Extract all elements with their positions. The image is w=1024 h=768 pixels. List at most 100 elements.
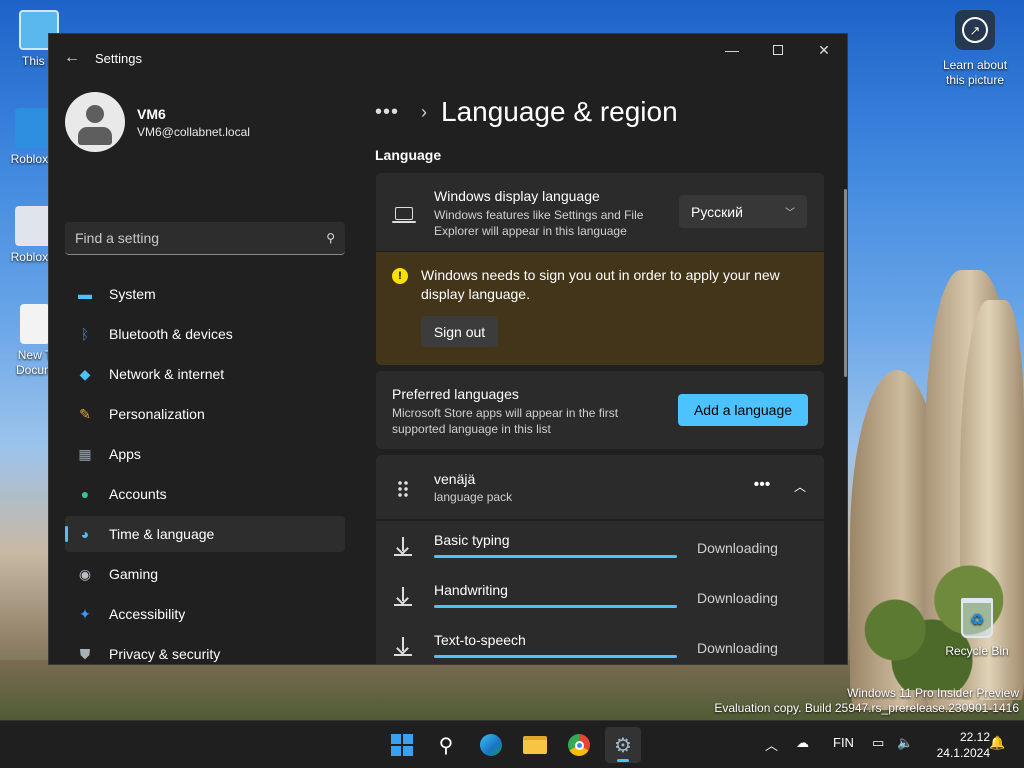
page-title: Language & region: [441, 96, 678, 127]
sidebar-item-accessibility[interactable]: ✦ Accessibility: [65, 596, 345, 632]
feature-name: Basic typing: [434, 532, 510, 548]
shield-icon: ⛊: [79, 645, 91, 662]
start-button[interactable]: [384, 727, 420, 763]
user-name: VM6: [137, 105, 166, 122]
taskbar-search-button[interactable]: ⚲: [428, 727, 464, 763]
language-subtitle: language pack: [434, 490, 513, 504]
download-icon: [393, 537, 413, 557]
chrome-icon: [568, 734, 590, 756]
search-icon[interactable]: ⚲: [326, 231, 335, 245]
user-profile[interactable]: VM6 VM6@collabnet.local: [65, 92, 250, 152]
sidebar-item-accounts[interactable]: ● Accounts: [65, 476, 345, 512]
sidebar-item-system[interactable]: ▬ System: [65, 276, 345, 312]
breadcrumb-more-button[interactable]: •••: [375, 101, 405, 124]
edge-preview-icon: [480, 734, 502, 756]
sidebar-item-gaming[interactable]: ◉ Gaming: [65, 556, 345, 592]
search-input[interactable]: [75, 230, 327, 246]
more-options-button[interactable]: •••: [750, 475, 774, 499]
sidebar-item-time-language[interactable]: ◕ Time & language: [65, 516, 345, 552]
language-feature-row: Text-to-speech Downloading: [376, 623, 824, 664]
gear-icon: ⚙: [614, 734, 632, 757]
cloud-offline-icon[interactable]: ☁: [796, 735, 809, 751]
warning-text: Windows needs to sign you out in order t…: [421, 267, 780, 302]
warning-icon: !: [392, 268, 408, 284]
sign-out-warning: ! Windows needs to sign you out in order…: [376, 252, 824, 365]
sidebar-item-personalization[interactable]: ✎ Personalization: [65, 396, 345, 432]
taskbar-file-explorer-button[interactable]: [517, 727, 553, 763]
preferred-languages-card: Preferred languages Microsoft Store apps…: [376, 371, 824, 449]
download-icon: [393, 587, 413, 607]
download-progress-bar: [434, 555, 677, 558]
sidebar-item-apps[interactable]: ▦ Apps: [65, 436, 345, 472]
sidebar-item-network-internet[interactable]: ◆ Network & internet: [65, 356, 345, 392]
main-content: ••• › Language & region Language Windows…: [375, 82, 847, 664]
wifi-icon: ◆: [79, 365, 91, 382]
gamepad-icon: ◉: [78, 565, 92, 582]
display-language-card: Windows display language Windows feature…: [376, 173, 824, 251]
search-icon: ⚲: [438, 734, 454, 757]
sign-out-button[interactable]: Sign out: [421, 316, 498, 347]
section-label-language: Language: [375, 147, 442, 163]
recycle-bin[interactable]: ♻ Recycle Bin: [942, 598, 1012, 658]
bluetooth-icon: ᛒ: [80, 326, 90, 342]
text-document-icon: [20, 304, 50, 344]
feature-status: Downloading: [697, 640, 778, 656]
feature-name: Text-to-speech: [434, 632, 526, 648]
taskbar-edge-button[interactable]: [473, 727, 509, 763]
language-item-card: venäjä language pack ••• ︿ Basic typing D…: [376, 455, 824, 664]
minimize-button[interactable]: —: [709, 34, 755, 66]
sidebar-item-label: Gaming: [109, 566, 159, 582]
sidebar-item-label: System: [109, 286, 156, 302]
sidebar-item-label: Accounts: [109, 486, 167, 502]
folder-icon: [523, 736, 547, 754]
minimize-icon: —: [725, 42, 739, 58]
apps-icon: ▦: [78, 445, 92, 462]
search-box[interactable]: ⚲: [65, 222, 345, 255]
arrow-left-icon: ←: [64, 49, 80, 66]
sidebar: VM6 VM6@collabnet.local ⚲ ▬ System ᛒ Blueto…: [49, 82, 361, 664]
scrollbar[interactable]: [844, 189, 847, 377]
close-button[interactable]: ✕: [801, 34, 847, 66]
language-feature-row: Basic typing Downloading: [376, 523, 824, 573]
close-icon: ✕: [818, 41, 830, 58]
clock-date: 24.1.2024: [936, 746, 990, 760]
taskbar-chrome-button[interactable]: [561, 727, 597, 763]
display-language-value: Русский: [691, 203, 743, 220]
input-language-indicator[interactable]: FIN: [833, 735, 854, 750]
language-feature-row: Handwriting Downloading: [376, 573, 824, 623]
volume-muted-icon[interactable]: 🔈: [897, 735, 913, 751]
drag-handle-icon[interactable]: [397, 480, 409, 498]
maximize-button[interactable]: [755, 34, 801, 66]
windows-logo-icon: [391, 734, 413, 756]
sidebar-item-privacy-security[interactable]: ⛊ Privacy & security: [65, 636, 345, 664]
notification-bell-icon[interactable]: 🔔: [989, 735, 1005, 751]
clock[interactable]: 22.12 24.1.2024: [920, 729, 990, 761]
person-icon: ●: [80, 486, 90, 502]
feature-name: Handwriting: [434, 582, 508, 598]
build-watermark: Windows 11 Pro Insider Preview Evaluatio…: [714, 686, 1019, 715]
display-language-description: Windows features like Settings and File …: [434, 208, 644, 238]
laptop-icon: [392, 207, 416, 223]
sidebar-item-bluetooth-devices[interactable]: ᛒ Bluetooth & devices: [65, 316, 345, 352]
user-email: VM6@collabnet.local: [137, 124, 250, 139]
chevron-up-icon[interactable]: ︿: [788, 475, 812, 499]
sidebar-item-label: Bluetooth & devices: [109, 326, 233, 342]
chevron-up-icon[interactable]: ︿: [765, 735, 778, 754]
sidebar-item-label: Personalization: [109, 406, 205, 422]
back-button[interactable]: ←: [49, 49, 95, 67]
recycle-bin-icon: ♻: [961, 598, 993, 638]
language-item-header[interactable]: venäjä language pack ••• ︿: [376, 455, 824, 521]
learn-about-picture[interactable]: ↗ Learn about this picture: [935, 10, 1015, 88]
taskbar-settings-button[interactable]: ⚙: [605, 727, 641, 763]
display-language-dropdown[interactable]: Русский ﹀: [679, 195, 807, 228]
add-language-button[interactable]: Add a language: [678, 394, 808, 426]
monitor-icon: ▬: [78, 286, 92, 302]
nav-list: ▬ System ᛒ Bluetooth & devices ◆ Network & in…: [65, 276, 345, 664]
globe-clock-icon: ◕: [80, 526, 90, 542]
chevron-right-icon: ›: [421, 101, 427, 122]
network-icon[interactable]: ▭: [872, 735, 884, 751]
camera-info-icon: ↗: [955, 10, 995, 50]
sidebar-item-label: Network & internet: [109, 366, 225, 382]
sidebar-item-label: Accessibility: [109, 606, 186, 622]
display-language-title: Windows display language: [434, 188, 600, 204]
